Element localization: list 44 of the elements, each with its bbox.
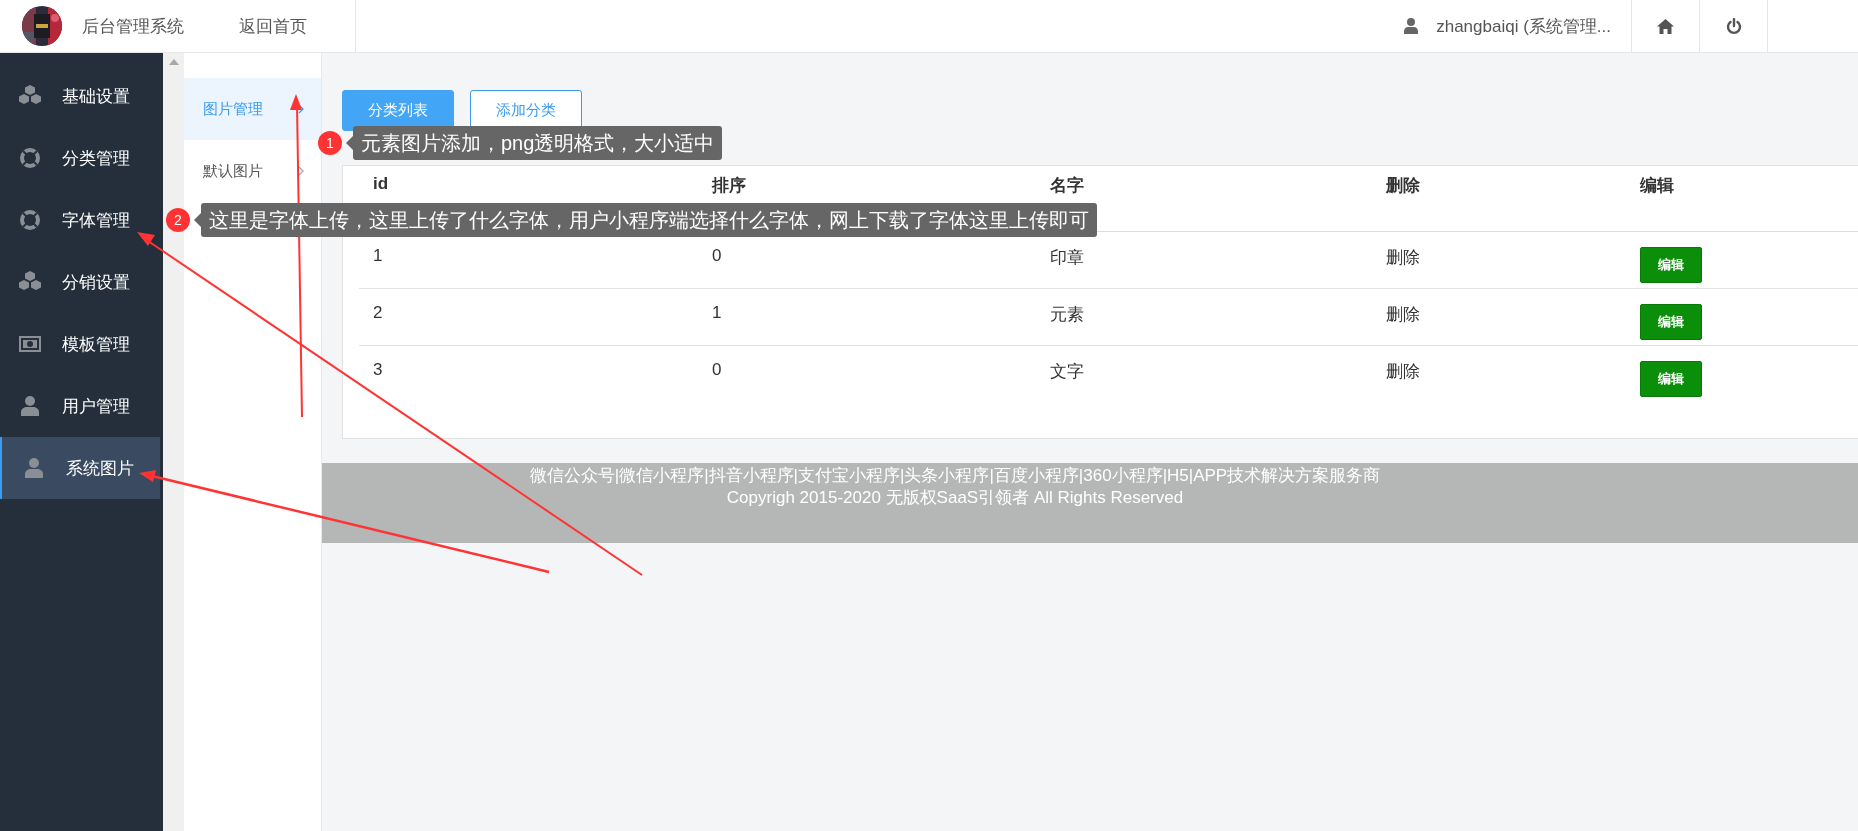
column-header: 排序 bbox=[710, 175, 747, 197]
footer-text: 微信公众号|微信小程序|抖音小程序|支付宝小程序|头条小程序|百度小程序|360小程序|H5|APP技术解决方案服务商 bbox=[529, 466, 1381, 485]
sidebar-item[interactable]: 系统图片 bbox=[0, 437, 160, 499]
table-cell-text: 1 bbox=[372, 246, 384, 266]
chevron-right-icon bbox=[298, 166, 304, 176]
sidebar-item[interactable]: 模板管理 bbox=[0, 313, 163, 375]
column-header: 删除 bbox=[1385, 175, 1421, 197]
column-header: id bbox=[372, 174, 390, 194]
sidebar-item[interactable]: 分类管理 bbox=[0, 127, 163, 189]
delete-link[interactable]: 删除 bbox=[1372, 246, 1626, 269]
delete-link[interactable]: 删除 bbox=[1372, 360, 1626, 383]
banknote-icon bbox=[19, 336, 41, 352]
table-cell-text: 元素 bbox=[1049, 304, 1085, 326]
column-header: 编辑 bbox=[1639, 175, 1675, 197]
edit-button[interactable]: 编辑 bbox=[1640, 304, 1702, 340]
subnav-item[interactable]: 默认图片 bbox=[184, 140, 321, 202]
table-cell-text: 文字 bbox=[1049, 361, 1085, 383]
step-badge: 1 bbox=[318, 131, 342, 155]
footer-text: Copyrigh 2015-2020 无版权SaaS引领者 All Rights Reserved bbox=[726, 488, 1184, 507]
sidebar-item[interactable]: 基础设置 bbox=[0, 65, 163, 127]
table-cell-text: 印章 bbox=[1049, 247, 1085, 269]
sidebar-item[interactable]: 分销设置 bbox=[0, 251, 163, 313]
sidebar-item[interactable]: 用户管理 bbox=[0, 375, 163, 437]
user-name[interactable]: zhangbaiqi (系统管理... bbox=[1436, 14, 1611, 38]
app-title: 后台管理系统 bbox=[82, 15, 184, 38]
delete-link[interactable]: 删除 bbox=[1372, 303, 1626, 326]
table-cell-text: 0 bbox=[711, 360, 723, 380]
table-cell-text: 3 bbox=[372, 360, 384, 380]
annotation-tooltip: 元素图片添加，png透明格式，大小适中 bbox=[346, 126, 723, 160]
edit-button[interactable]: 编辑 bbox=[1640, 247, 1702, 283]
table-cell-text: 0 bbox=[711, 246, 723, 266]
sidebar-item[interactable]: 字体管理 bbox=[0, 189, 163, 251]
table-cell-text: 2 bbox=[372, 303, 384, 323]
edit-button[interactable]: 编辑 bbox=[1640, 361, 1702, 397]
column-header: 名字 bbox=[1049, 175, 1085, 197]
annotation-tooltip: 这里是字体上传，这里上传了什么字体，用户小程序端选择什么字体，网上下载了字体这里上传即可 bbox=[194, 203, 1097, 237]
table-cell-text: 1 bbox=[711, 303, 723, 323]
user-icon bbox=[21, 396, 39, 416]
lifebuoy-icon bbox=[19, 209, 41, 231]
cubes-icon bbox=[18, 85, 42, 107]
home-link[interactable]: 返回首页 bbox=[239, 14, 307, 38]
user-icon bbox=[25, 458, 43, 478]
lifebuoy-icon bbox=[19, 147, 41, 169]
cubes-icon bbox=[18, 271, 42, 293]
